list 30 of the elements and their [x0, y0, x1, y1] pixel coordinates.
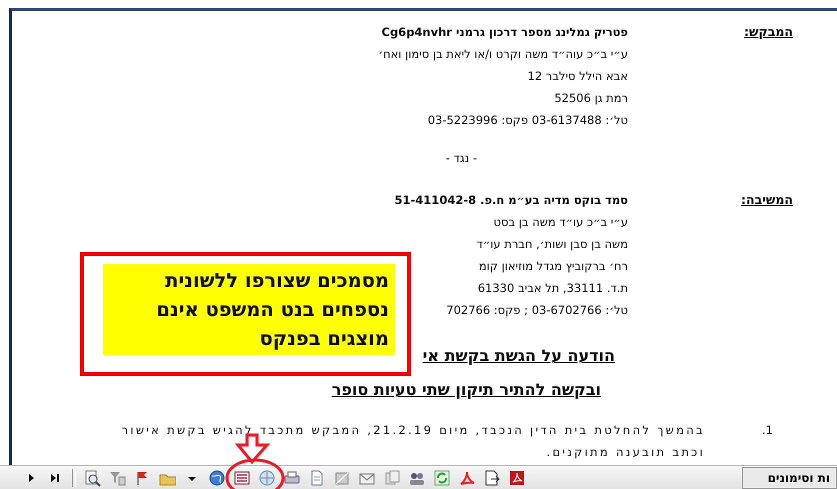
pages-icon[interactable]	[383, 468, 401, 486]
address-line: ע״י ב״כ עו״ד משה בן בסט	[494, 214, 628, 231]
address-line: סמד בוקס מדיה בע״מ ח.פ. 51-411042-8	[394, 192, 628, 209]
pdf-file-icon[interactable]	[508, 468, 526, 486]
address-line: רמת גן 52506	[554, 90, 628, 107]
address-line: משה בן סבן ושות׳, חברת עו״ד	[476, 236, 628, 253]
paragraph-line: בהמשך להחלטת בית הדין הנכבד, מיום 21.2.19, המבקש מתכבד להגיש בקשת אישור	[122, 422, 705, 439]
address-line: טל׳: 03-6702766 ; פקס: 702766	[446, 302, 628, 319]
document-heading: ובקשה להתיר תיקון שתי טעיות סופר	[332, 379, 601, 401]
globe-icon[interactable]	[208, 468, 226, 486]
printer-icon[interactable]	[283, 468, 301, 486]
export-icon[interactable]	[483, 468, 501, 486]
magnifier-icon[interactable]	[83, 468, 101, 486]
party-label: המבקש:	[744, 23, 793, 41]
versus-text: - נגד -	[446, 151, 477, 165]
paragraph-line: וכתב תובענה מתוקנים.	[546, 444, 705, 461]
callout-text: מסמכים שצורפו ללשונית נספחים בנט המשפט אינם מוצגים בפנקס	[103, 264, 395, 355]
address-line: פטריק גמלינג מספר דרכון גרמני Cg6p4nvhr	[382, 24, 628, 41]
party-label: המשיבה:	[740, 191, 793, 209]
paragraph-number: 1.	[761, 422, 773, 439]
address-line: רח׳ ברקוביץ מגדל מוזיאון קומ	[478, 258, 628, 275]
address-line: ת.ד. 33111, תל אביב 61330	[478, 280, 628, 297]
list-document-icon[interactable]	[233, 468, 251, 486]
address-line: אבא הילל סילבר 12	[528, 68, 628, 85]
address-line: טל׳: 03-6137488 פקס: 03-5223996	[428, 112, 628, 129]
document-heading: הודעה על הגשת בקשת אי	[422, 345, 615, 367]
address-line: ע״י ב״כ עוה״ד משה וקרט ו/או ליאת בן סימון ואח׳	[378, 46, 628, 63]
panel-tab[interactable]: ות וסימונים	[742, 467, 837, 489]
refresh-icon[interactable]	[433, 468, 451, 486]
down-arrow	[235, 434, 270, 464]
